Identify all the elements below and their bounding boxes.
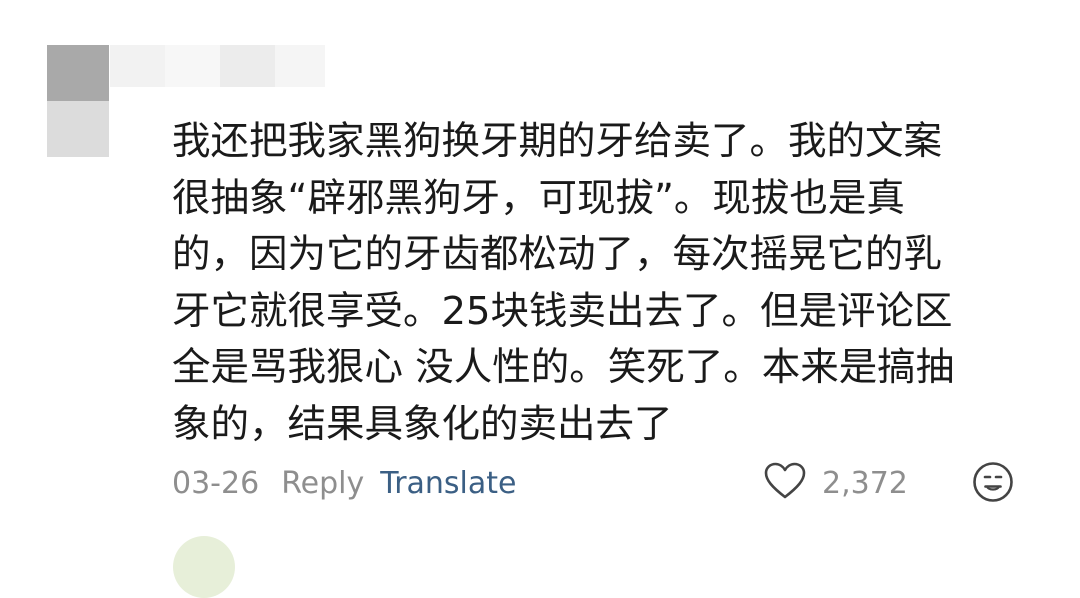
comment-line: 牙它就很享受。25块钱卖出去了。但是评论区 <box>172 288 953 334</box>
smiley-face-icon[interactable] <box>972 461 1014 503</box>
comment-text: 我还把我家黑狗换牙期的牙给卖了。我的文案 很抽象“辟邪黑狗牙，可现拔”。现拔也是… <box>172 114 1032 454</box>
next-comment-avatar[interactable] <box>173 536 235 598</box>
like-count: 2,372 <box>822 465 908 501</box>
username-blurred[interactable] <box>110 45 325 87</box>
comment-line: 很抽象“辟邪黑狗牙，可现拔”。现拔也是真 <box>172 175 905 221</box>
translate-button[interactable]: Translate <box>380 466 516 501</box>
comment-line: 象的，结果具象化的卖出去了 <box>172 401 673 447</box>
comment-line: 的，因为它的牙齿都松动了，每次摇晃它的乳 <box>172 232 943 278</box>
avatar[interactable] <box>47 45 109 157</box>
reply-button[interactable]: Reply <box>281 466 364 501</box>
comment-line: 我还把我家黑狗换牙期的牙给卖了。我的文案 <box>172 119 943 164</box>
heart-outline-icon <box>764 462 806 504</box>
comment-meta: 03-26 Reply Translate <box>172 460 517 506</box>
like-button[interactable]: 2,372 <box>764 459 908 507</box>
comment-line: 全是骂我狠心 没人性的。笑死了。本来是搞抽 <box>172 345 955 391</box>
comment-date: 03-26 <box>172 465 260 501</box>
